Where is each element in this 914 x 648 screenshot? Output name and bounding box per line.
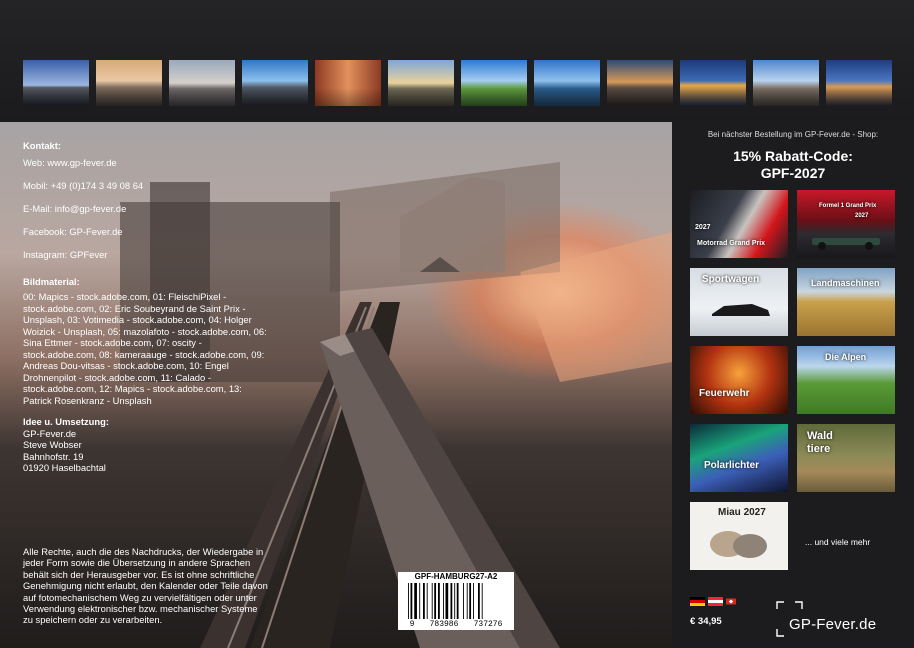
- logo-text: GP-Fever.de: [789, 616, 877, 633]
- gp-fever-logo: GP-Fever.de: [775, 601, 905, 637]
- thumbnail-month-01: [23, 60, 89, 106]
- germany-flag-icon: [690, 597, 705, 606]
- barcode-label: GPF-HAMBURG27-A2 9 783986 737276: [398, 572, 514, 630]
- barcode-bar: [410, 583, 413, 619]
- tiere-title: tiere: [807, 443, 831, 455]
- barcode-bar: [456, 583, 459, 619]
- barcode-bar: [469, 583, 472, 619]
- thumbnail-month-03: [169, 60, 235, 106]
- price: € 34,95: [690, 616, 722, 627]
- thumbnail-month-02: [96, 60, 162, 106]
- switzerland-flag-icon: [726, 598, 736, 605]
- barcode-bar: [443, 583, 444, 619]
- kitten-illustration: [710, 531, 767, 558]
- and-many-more: ... und viele mehr: [805, 537, 871, 547]
- thumbnail-month-07: [461, 60, 527, 106]
- barcode-digits-left: 783986: [429, 620, 459, 629]
- bildmaterial-heading: Bildmaterial:: [23, 275, 80, 287]
- barcode-bar: [434, 583, 437, 619]
- imprint-block: Kontakt: Web: www.gp-fever.de Mobil: +49…: [23, 140, 268, 474]
- barcode-bar: [438, 583, 440, 619]
- idee-line-2: Steve Wobser: [23, 439, 82, 450]
- barcode-bar: [431, 583, 433, 619]
- barcode-bar: [466, 583, 468, 619]
- barcode-bar: [463, 583, 464, 619]
- feuerwehr-title: Feuerwehr: [699, 388, 750, 399]
- barcode-bar: [419, 583, 421, 619]
- idee-line-3: Bahnhofstr. 19: [23, 450, 84, 462]
- barcode-bar: [414, 583, 417, 619]
- thumbnail-month-08: [534, 60, 600, 106]
- contact-web: Web: www.gp-fever.de: [23, 156, 117, 168]
- polarlichter-title: Polarlichter: [704, 460, 760, 471]
- promo-code: 15% Rabatt-Code: GPF-2027: [672, 148, 914, 182]
- calendar-landmaschinen: Landmaschinen: [797, 268, 895, 336]
- calendar-waldtiere: Wald tiere: [797, 424, 895, 492]
- thumbnail-month-06: [388, 60, 454, 106]
- calendar-miau: Miau 2027: [690, 502, 788, 570]
- month-thumbnail-strip: [23, 60, 892, 106]
- idee-line-4: 01920 Haselbachtal: [23, 462, 106, 473]
- barcode-bar: [478, 583, 480, 619]
- motorrad-year: 2027: [695, 224, 711, 231]
- calendar-sportwagen: Sportwagen: [690, 268, 788, 336]
- thumbnail-month-12: [826, 60, 892, 106]
- thumbnail-month-09: [607, 60, 673, 106]
- barcode-bar: [454, 583, 456, 619]
- contact-mobile: Mobil: +49 (0)174 3 49 08 64: [23, 179, 144, 191]
- thumbnail-month-05: [315, 60, 381, 106]
- wald-title: Wald: [807, 430, 833, 442]
- barcode-digits: 9 783986 737276: [398, 620, 514, 629]
- barcode-bars: [408, 583, 483, 619]
- calendar-die-alpen: Die Alpen: [797, 346, 895, 414]
- image-credits: 00: Mapics - stock.adobe.com, 01: Fleisc…: [23, 291, 267, 406]
- barcode-bar: [481, 583, 483, 619]
- product-code: GPF-HAMBURG27-A2: [414, 572, 498, 581]
- barcode-bar: [423, 583, 425, 619]
- calendar-feuerwehr: Feuerwehr: [690, 346, 788, 414]
- f1-car-icon: [812, 238, 880, 250]
- sportscar-icon: [712, 304, 770, 316]
- austria-flag-icon: [708, 597, 723, 606]
- barcode-bar: [450, 583, 453, 619]
- contact-email: E-Mail: info@gp-fever.de: [23, 202, 127, 214]
- calendar-polarlichter: Polarlichter: [690, 424, 788, 492]
- barcode-bar: [445, 583, 449, 619]
- copyright-notice: Alle Rechte, auch die des Nachdrucks, de…: [23, 546, 268, 626]
- barcode-digits-right: 737276: [473, 620, 503, 629]
- barcode-digit-prefix: 9: [409, 620, 415, 629]
- calendar-motorrad-grand-prix: 2027 Motorrad Grand Prix: [690, 190, 788, 258]
- barcode-bar: [473, 583, 474, 619]
- country-flags: [690, 597, 736, 606]
- landmaschinen-title: Landmaschinen: [811, 278, 880, 288]
- idee-line-1: GP-Fever.de: [23, 427, 77, 439]
- contact-heading: Kontakt:: [23, 140, 62, 151]
- idee-heading: Idee u. Umsetzung:: [23, 416, 109, 427]
- thumbnail-month-10: [680, 60, 746, 106]
- barcode-bar: [408, 583, 409, 619]
- thumbnail-month-11: [753, 60, 819, 106]
- barcode-bar: [426, 583, 428, 619]
- promo-note: Bei nächster Bestellung im GP-Fever.de -…: [707, 130, 879, 139]
- contact-facebook: Facebook: GP-Fever.de: [23, 225, 123, 237]
- promo-discount: 15% Rabatt-Code:: [733, 148, 853, 164]
- calendar-formel-1: Formel 1 Grand Prix 2027: [797, 190, 895, 258]
- contact-instagram: Instagram: GPFever: [23, 248, 108, 260]
- promo-code-value: GPF-2027: [760, 165, 826, 181]
- motorrad-title: Motorrad Grand Prix: [697, 240, 766, 247]
- thumbnail-month-04: [242, 60, 308, 106]
- alpen-title: Die Alpen: [825, 352, 867, 362]
